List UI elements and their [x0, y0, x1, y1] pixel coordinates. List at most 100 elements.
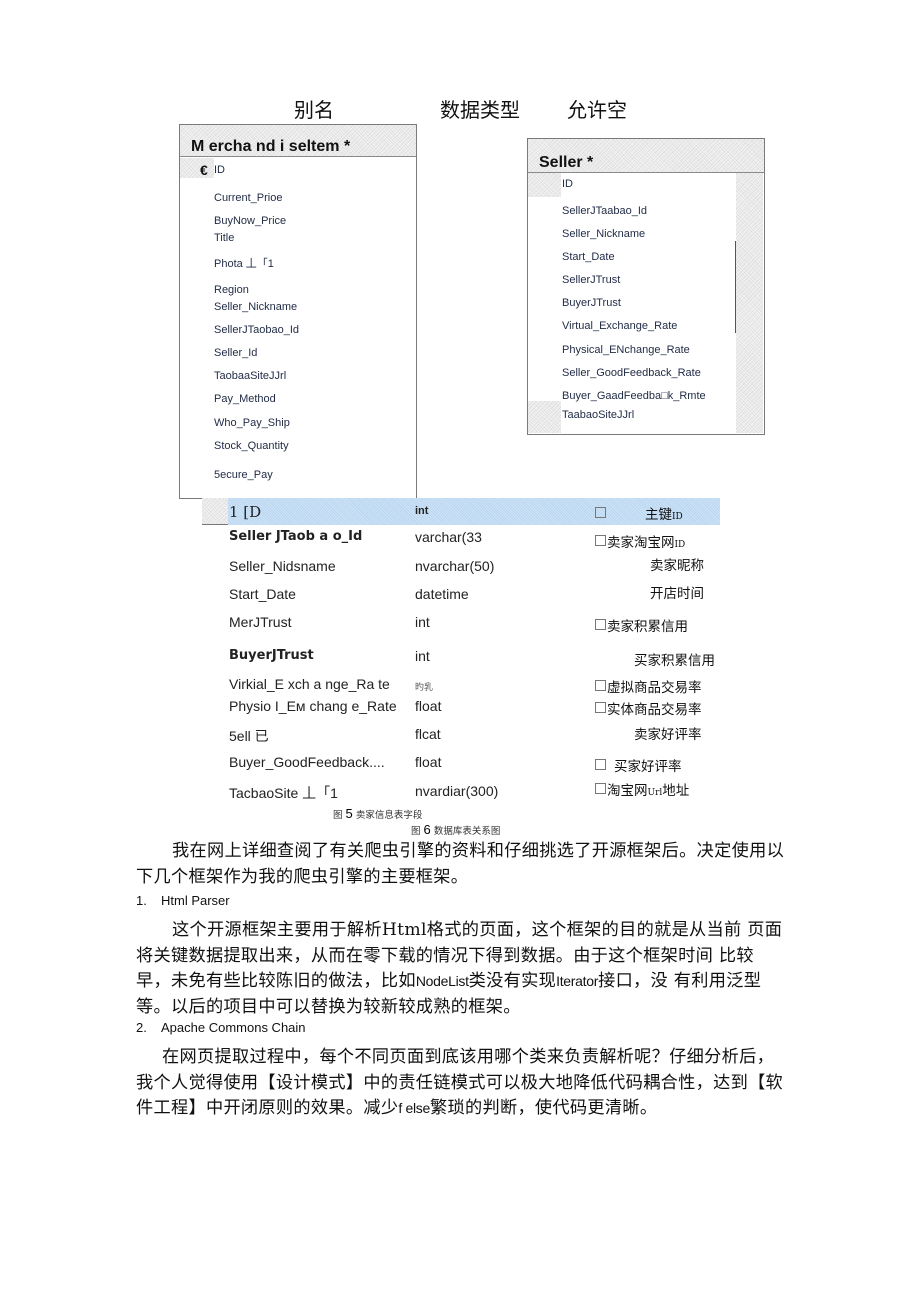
field-alias: MerJTrust: [229, 614, 292, 630]
field-data-type: int: [415, 505, 429, 517]
field-data-type: flcat: [415, 726, 441, 742]
header-data-type: 数据类型: [440, 98, 520, 122]
description-text: 淘宝网: [607, 783, 648, 799]
field-data-type: varchar(33: [415, 529, 482, 545]
field-description: 主键ID: [645, 503, 683, 523]
description-text: 买家积累信用: [634, 653, 715, 669]
row-header-cell: [202, 498, 228, 525]
paragraph-intro: 我在网上详细查阅了有关爬虫引擎的资料和仔细挑选了开源框架后。决定使用以下几个框架…: [136, 841, 785, 887]
field-description: 买家积累信用: [634, 649, 715, 669]
nullable-checkbox[interactable]: [595, 759, 606, 770]
nullable-checkbox[interactable]: [595, 702, 606, 713]
merchandise-field[interactable]: Seller_Id: [214, 347, 257, 359]
field-data-type: int: [415, 648, 430, 664]
seller-scrollbar-line[interactable]: [735, 241, 736, 333]
merchandise-field[interactable]: Who_Pay_Ship: [214, 417, 290, 429]
fig5-number: 5: [345, 806, 353, 821]
merchandise-field[interactable]: 5ecure_Pay: [214, 469, 273, 481]
description-text: 实体商品交易率: [607, 702, 702, 718]
field-alias: Physio I_Eм chang e_Rate: [229, 698, 397, 714]
field-data-type: nvarchar(50): [415, 558, 495, 574]
field-alias: Start_Date: [229, 586, 296, 602]
field-description: 卖家淘宝网ID: [607, 531, 685, 551]
merchandise-field[interactable]: Title: [214, 232, 234, 244]
nullable-checkbox[interactable]: [595, 783, 606, 794]
nullable-checkbox[interactable]: [595, 680, 606, 691]
merchandise-field[interactable]: SellerJTaobao_Id: [214, 324, 299, 336]
merchandise-field[interactable]: ID: [214, 164, 225, 176]
fig5-prefix: 图: [333, 810, 343, 821]
field-alias: TacbaoSite 丄「1: [229, 785, 338, 801]
merchandise-field[interactable]: Stock_Quantity: [214, 440, 289, 452]
field-data-type: int: [415, 614, 430, 630]
nullable-checkbox[interactable]: [595, 535, 606, 546]
seller-entity[interactable]: Seller * ID SellerJTaabao_Id Seller_Nickna…: [527, 138, 765, 435]
para3-text-c: 繁琐的判断，使代码更清晰。: [430, 1098, 658, 1118]
seller-entity-header: Seller *: [528, 139, 764, 173]
description-text: 开店时间: [650, 586, 704, 602]
field-description: 卖家昵称: [650, 554, 704, 574]
field-alias: Seller JTaob a o_Id: [229, 529, 363, 544]
seller-field[interactable]: SellerJTrust: [562, 274, 620, 286]
field-data-type: datetime: [415, 586, 469, 602]
field-data-type: 旳乳: [415, 682, 434, 692]
figure-5-caption: 图 5 卖家信息表字段: [333, 806, 422, 821]
seller-field[interactable]: Seller_GoodFeedback_Rate: [562, 367, 701, 379]
merchandise-entity[interactable]: M ercha nd i seltem * € ID Current_Prioe B…: [179, 124, 417, 499]
seller-field[interactable]: TaabaoSiteJJrl: [562, 409, 634, 421]
field-alias: Seller_Nidsname: [229, 558, 336, 574]
seller-field[interactable]: Physical_ENchange_Rate: [562, 344, 690, 356]
list-item-commons-chain: 2. Apache Commons Chain: [136, 1020, 306, 1035]
field-description: 卖家好评率: [634, 723, 702, 743]
key-icon: €: [200, 162, 208, 178]
seller-field[interactable]: Start_Date: [562, 251, 615, 263]
description-suffix: Url: [647, 788, 663, 798]
description-text: 买家好评率: [614, 759, 682, 775]
seller-field[interactable]: BuyerJTrust: [562, 297, 621, 309]
merchandise-entity-title: M ercha nd i seltem *: [191, 138, 351, 155]
field-description: 卖家积累信用: [607, 615, 688, 635]
merchandise-field[interactable]: Pay_Method: [214, 393, 276, 405]
description-text: 卖家好评率: [634, 727, 702, 743]
merchandise-field[interactable]: Seller_Nickname: [214, 301, 297, 313]
field-alias: BuyerJTrust: [229, 648, 314, 663]
field-data-type: nvardiar(300): [415, 783, 499, 799]
row-header-underline: [202, 524, 228, 525]
seller-field[interactable]: ID: [562, 178, 573, 190]
merchandise-entity-header: M ercha nd i seltem *: [180, 125, 416, 157]
merchandise-field[interactable]: Phota 丄「1: [214, 255, 274, 271]
field-description: 实体商品交易率: [607, 698, 702, 718]
seller-scroll-track[interactable]: [736, 173, 763, 433]
merchandise-field[interactable]: TaobaaSiteJJrl: [214, 370, 286, 382]
field-description: 开店时间: [650, 582, 704, 602]
field-data-type: float: [415, 754, 442, 770]
fig6-prefix: 图: [411, 826, 421, 837]
para2-iterator: Iterator: [556, 973, 599, 989]
description-text: 卖家昵称: [650, 558, 704, 574]
field-description: 淘宝网Url地址: [607, 779, 689, 799]
seller-field[interactable]: Virtual_Exchange_Rate: [562, 320, 677, 332]
figure-6-caption: 图 6 数据库表关系图: [411, 822, 500, 837]
description-suffix: ID: [672, 512, 683, 522]
nullable-checkbox[interactable]: [595, 507, 606, 518]
seller-field[interactable]: SellerJTaabao_Id: [562, 205, 647, 217]
field-alias: 5ell 已: [229, 728, 269, 744]
paragraph-commons-chain: 在网页提取过程中，每个不同页面到底该用哪个类来负责解析呢？仔细分析后，我个人觉得…: [136, 1045, 786, 1122]
nullable-checkbox[interactable]: [595, 619, 606, 630]
fig6-number: 6: [423, 822, 431, 837]
list-label: Apache Commons Chain: [161, 1020, 306, 1035]
merchandise-field[interactable]: BuyNow_Price: [214, 215, 286, 227]
seller-field[interactable]: Buyer_GaadFeedba□k_Rmte: [562, 390, 706, 402]
description-tail: 地址: [662, 783, 690, 799]
list-label: Html Parser: [161, 893, 230, 908]
seller-field[interactable]: Seller_Nickname: [562, 228, 645, 240]
field-description: 虚拟商品交易率: [607, 676, 702, 696]
field-alias: 1 [D: [229, 503, 262, 521]
merchandise-field[interactable]: Region: [214, 284, 249, 296]
field-description: 买家好评率: [614, 755, 682, 775]
para2-nodelist: NodeList: [415, 973, 469, 989]
merchandise-field[interactable]: Current_Prioe: [214, 192, 282, 204]
seller-id-gutter: [528, 173, 561, 197]
fig6-text: 数据库表关系图: [433, 826, 501, 837]
para3-felse: f else: [398, 1100, 430, 1116]
